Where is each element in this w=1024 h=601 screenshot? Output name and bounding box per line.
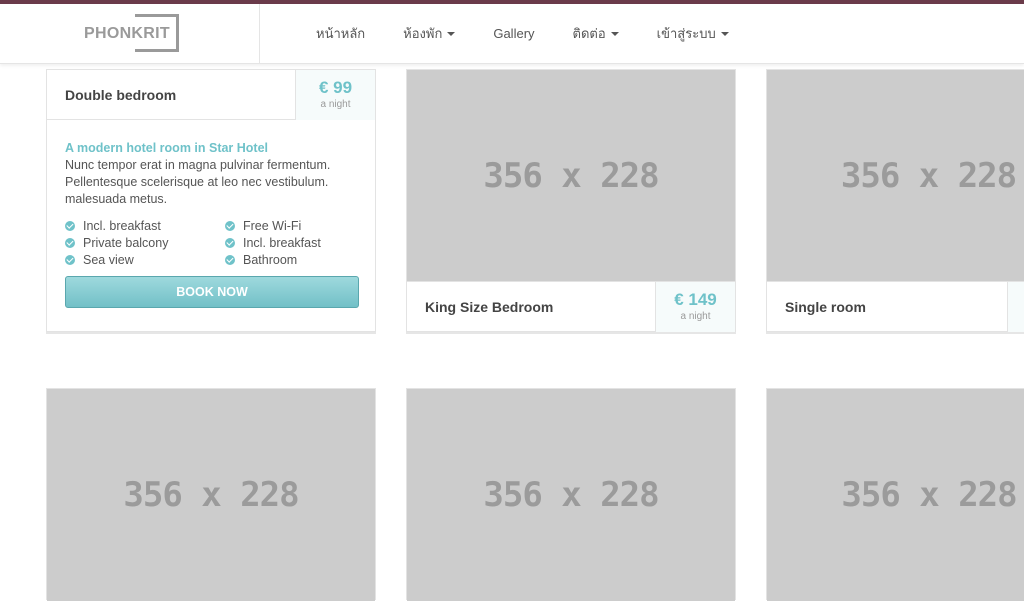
room-price: € 149 (674, 290, 717, 309)
room-image-placeholder[interactable]: 356 x 228 (407, 70, 735, 281)
caret-down-icon (447, 32, 456, 36)
room-title[interactable]: King Size Bedroom (425, 299, 553, 315)
feature-label: Sea view (83, 252, 134, 267)
nav-item-gallery[interactable]: Gallery (493, 26, 534, 41)
caret-down-icon (720, 32, 729, 36)
feature-item: Incl. breakfast (65, 217, 225, 234)
nav-item-home[interactable]: หน้าหลัก (316, 23, 365, 44)
placeholder-label: 356 x 228 (123, 475, 299, 515)
logo-text: PHONKRIT (84, 25, 170, 42)
room-image-placeholder[interactable]: 356 x 228 (767, 70, 1024, 281)
room-features: Incl. breakfast Free Wi-Fi Private balco… (65, 217, 365, 268)
feature-label: Private balcony (83, 235, 169, 250)
caret-down-icon (610, 32, 619, 36)
placeholder-label: 356 x 228 (483, 475, 659, 515)
feature-item: Sea view (65, 251, 225, 268)
room-card[interactable]: 356 x 228 (766, 388, 1024, 601)
feature-label: Incl. breakfast (83, 218, 161, 233)
room-description: A modern hotel room in Star Hotel Nunc t… (65, 140, 365, 208)
nav-item-contact[interactable]: ติดต่อ (573, 23, 619, 44)
book-now-button[interactable]: Book now (65, 276, 359, 308)
check-circle-icon (225, 220, 235, 231)
room-card-single[interactable]: 356 x 228 Single room (766, 69, 1024, 332)
nav-item-rooms[interactable]: ห้องพัก (403, 23, 456, 44)
placeholder-label: 356 x 228 (840, 155, 1017, 196)
room-card-king[interactable]: 356 x 228 King Size Bedroom € 149 a nigh… (406, 69, 736, 332)
check-circle-icon (65, 220, 75, 231)
navbar: PHONKRIT หน้าหลัก ห้องพัก Gallery ติดต่อ… (0, 4, 1024, 64)
price-box (1007, 282, 1024, 332)
price-unit: a night (680, 311, 711, 322)
room-footer: King Size Bedroom € 149 a night (407, 281, 735, 332)
feature-label: Bathroom (243, 252, 298, 267)
room-image-placeholder[interactable]: 356 x 228 (47, 389, 375, 601)
nav-item-label: ติดต่อ (572, 26, 606, 41)
room-header: Double bedroom € 99 a night (47, 70, 375, 120)
room-footer: Single room (767, 281, 1024, 332)
main-nav: หน้าหลัก ห้องพัก Gallery ติดต่อ เข้าสู่ร… (316, 4, 767, 63)
room-price: € 99 (318, 78, 353, 97)
feature-label: Free Wi-Fi (243, 218, 302, 233)
room-title[interactable]: Double bedroom (65, 87, 176, 103)
check-circle-icon (65, 237, 75, 248)
placeholder-label: 356 x 228 (483, 155, 659, 196)
nav-item-label: Gallery (493, 26, 535, 41)
room-title[interactable]: Single room (785, 299, 866, 315)
room-card-double: Double bedroom € 99 a night A modern hot… (46, 69, 376, 332)
feature-item: Free Wi-Fi (225, 217, 365, 234)
room-card[interactable]: 356 x 228 (406, 388, 736, 601)
room-image-placeholder[interactable]: 356 x 228 (767, 389, 1024, 601)
check-circle-icon (225, 237, 235, 248)
feature-item: Incl. breakfast (225, 234, 365, 251)
feature-item: Private balcony (65, 234, 225, 251)
room-desc-text: Nunc tempor erat in magna pulvinar ferme… (65, 158, 331, 206)
nav-item-login[interactable]: เข้าสู่ระบบ (657, 23, 729, 44)
placeholder-label: 356 x 228 (841, 475, 1017, 515)
price-unit: a night (320, 99, 351, 110)
logo-area: PHONKRIT (0, 4, 260, 63)
check-circle-icon (65, 254, 75, 265)
feature-label: Incl. breakfast (243, 235, 321, 250)
nav-item-label: หน้าหลัก (316, 26, 366, 41)
price-box: € 99 a night (295, 70, 375, 120)
room-desc-title: A modern hotel room in Star Hotel (65, 141, 269, 155)
check-circle-icon (225, 254, 235, 265)
price-box: € 149 a night (655, 282, 735, 332)
nav-item-label: เข้าสู่ระบบ (656, 26, 716, 41)
room-card[interactable]: 356 x 228 (46, 388, 376, 601)
room-image-placeholder[interactable]: 356 x 228 (407, 389, 735, 601)
nav-item-label: ห้องพัก (403, 26, 443, 41)
feature-item: Bathroom (225, 251, 365, 268)
